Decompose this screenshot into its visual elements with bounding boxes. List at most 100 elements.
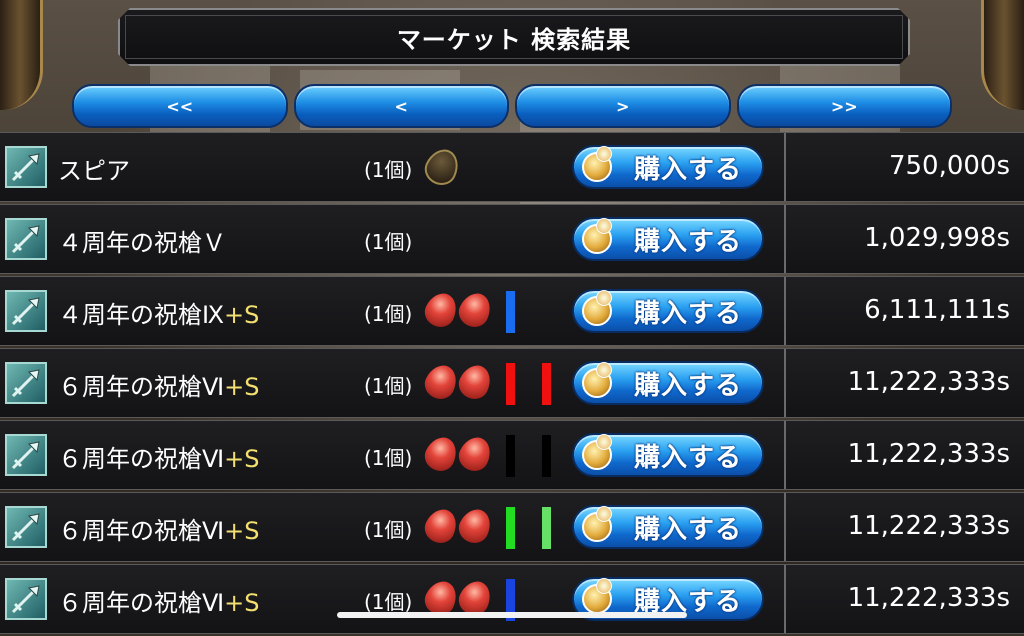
color-bar <box>506 435 515 477</box>
refine-suffix: +S <box>224 517 260 545</box>
price: 1,029,998s <box>864 223 1010 253</box>
table-row: スピア (1個) 購入する 750,000s <box>0 132 1024 202</box>
item-name-text: スピア <box>58 157 130 185</box>
gem-slots <box>420 504 496 548</box>
title-bar: マーケット 検索結果 <box>118 8 910 66</box>
coin-icon <box>582 434 612 470</box>
red-gem-icon <box>454 432 496 476</box>
price: 6,111,111s <box>864 295 1010 325</box>
buy-button-label: 購入する <box>634 298 743 329</box>
home-indicator[interactable] <box>337 612 687 618</box>
buy-button[interactable]: 購入する <box>572 289 764 333</box>
color-bar <box>506 363 515 405</box>
color-bar <box>506 291 515 333</box>
item-name[interactable]: ４周年の祝槍Ｖ <box>58 223 226 258</box>
price: 11,222,333s <box>847 367 1010 397</box>
table-row: ６周年の祝槍Ⅵ+S (1個) 購入する 11,222,333s <box>0 420 1024 490</box>
spear-icon <box>5 434 47 476</box>
red-gem-icon <box>454 360 496 404</box>
buy-button[interactable]: 購入する <box>572 361 764 405</box>
buy-button[interactable]: 購入する <box>572 145 764 189</box>
coin-icon <box>582 506 612 542</box>
table-row: ６周年の祝槍Ⅵ+S (1個) 購入する 11,222,333s <box>0 564 1024 634</box>
quantity: (1個) <box>364 446 413 470</box>
column-divider <box>784 565 786 633</box>
quantity: (1個) <box>364 518 413 542</box>
color-bar <box>542 507 551 549</box>
last-page-button[interactable]: >> <box>736 84 952 128</box>
pagination-nav: << < > >> <box>72 84 952 128</box>
price: 750,000s <box>888 151 1010 181</box>
market-results-list: スピア (1個) 購入する 750,000s ４周年の祝槍Ｖ (1個) 購入する… <box>0 132 1024 636</box>
buy-button[interactable]: 購入する <box>572 505 764 549</box>
item-name[interactable]: ４周年の祝槍Ⅸ+S <box>58 295 259 330</box>
red-gem-icon <box>420 504 462 548</box>
buy-button[interactable]: 購入する <box>572 217 764 261</box>
refine-suffix: +S <box>224 445 260 473</box>
table-row: ６周年の祝槍Ⅵ+S (1個) 購入する 11,222,333s <box>0 492 1024 562</box>
column-divider <box>784 349 786 417</box>
spear-icon <box>5 578 47 620</box>
price: 11,222,333s <box>847 511 1010 541</box>
buy-button-label: 購入する <box>634 514 743 545</box>
price: 11,222,333s <box>847 439 1010 469</box>
red-gem-icon <box>454 288 496 332</box>
quantity: (1個) <box>364 158 413 182</box>
column-divider <box>784 277 786 345</box>
spear-icon <box>5 218 47 260</box>
column-divider <box>784 133 786 201</box>
spear-icon <box>5 506 47 548</box>
item-name[interactable]: ６周年の祝槍Ⅵ+S <box>58 367 259 402</box>
table-row: ４周年の祝槍Ｖ (1個) 購入する 1,029,998s <box>0 204 1024 274</box>
quantity: (1個) <box>364 230 413 254</box>
page-title: マーケット 検索結果 <box>396 25 632 54</box>
first-page-button[interactable]: << <box>72 84 288 128</box>
refine-suffix: +S <box>224 301 260 329</box>
item-name[interactable]: ６周年の祝槍Ⅵ+S <box>58 583 259 618</box>
red-gem-icon <box>454 504 496 548</box>
gem-slots <box>420 360 496 404</box>
gem-slots <box>419 143 465 191</box>
gem-slots <box>420 288 496 332</box>
item-name-text: ４周年の祝槍Ｖ <box>58 229 226 257</box>
quantity: (1個) <box>364 374 413 398</box>
buy-button-label: 購入する <box>634 370 743 401</box>
spear-icon <box>5 290 47 332</box>
color-bar <box>542 363 551 405</box>
red-gem-icon <box>420 432 462 476</box>
table-row: ４周年の祝槍Ⅸ+S (1個) 購入する 6,111,111s <box>0 276 1024 346</box>
coin-icon <box>582 578 612 614</box>
table-row: ６周年の祝槍Ⅵ+S (1個) 購入する 11,222,333s <box>0 348 1024 418</box>
item-name-text: ６周年の祝槍Ⅵ <box>58 373 225 401</box>
item-name[interactable]: スピア <box>58 151 130 186</box>
item-name-text: ６周年の祝槍Ⅵ <box>58 517 225 545</box>
next-page-button[interactable]: > <box>515 84 731 128</box>
spear-icon <box>5 146 47 188</box>
column-divider <box>784 205 786 273</box>
buy-button-label: 購入する <box>634 226 743 257</box>
spear-icon <box>5 362 47 404</box>
color-bar <box>506 507 515 549</box>
column-divider <box>784 493 786 561</box>
red-gem-icon <box>420 288 462 332</box>
refine-suffix: +S <box>224 589 260 617</box>
item-name-text: ６周年の祝槍Ⅵ <box>58 589 225 617</box>
buy-button-label: 購入する <box>634 442 743 473</box>
quantity: (1個) <box>364 590 413 614</box>
refine-suffix: +S <box>224 373 260 401</box>
price: 11,222,333s <box>847 583 1010 613</box>
column-divider <box>784 421 786 489</box>
gem-slots <box>420 432 496 476</box>
color-bar <box>542 435 551 477</box>
item-name[interactable]: ６周年の祝槍Ⅵ+S <box>58 439 259 474</box>
coin-icon <box>582 146 612 182</box>
buy-button[interactable]: 購入する <box>572 433 764 477</box>
red-gem-icon <box>420 360 462 404</box>
prev-page-button[interactable]: < <box>293 84 509 128</box>
buy-button-label: 購入する <box>634 154 743 185</box>
item-name[interactable]: ６周年の祝槍Ⅵ+S <box>58 511 259 546</box>
item-name-text: ６周年の祝槍Ⅵ <box>58 445 225 473</box>
quantity: (1個) <box>364 302 413 326</box>
coin-icon <box>582 290 612 326</box>
coin-icon <box>582 362 612 398</box>
